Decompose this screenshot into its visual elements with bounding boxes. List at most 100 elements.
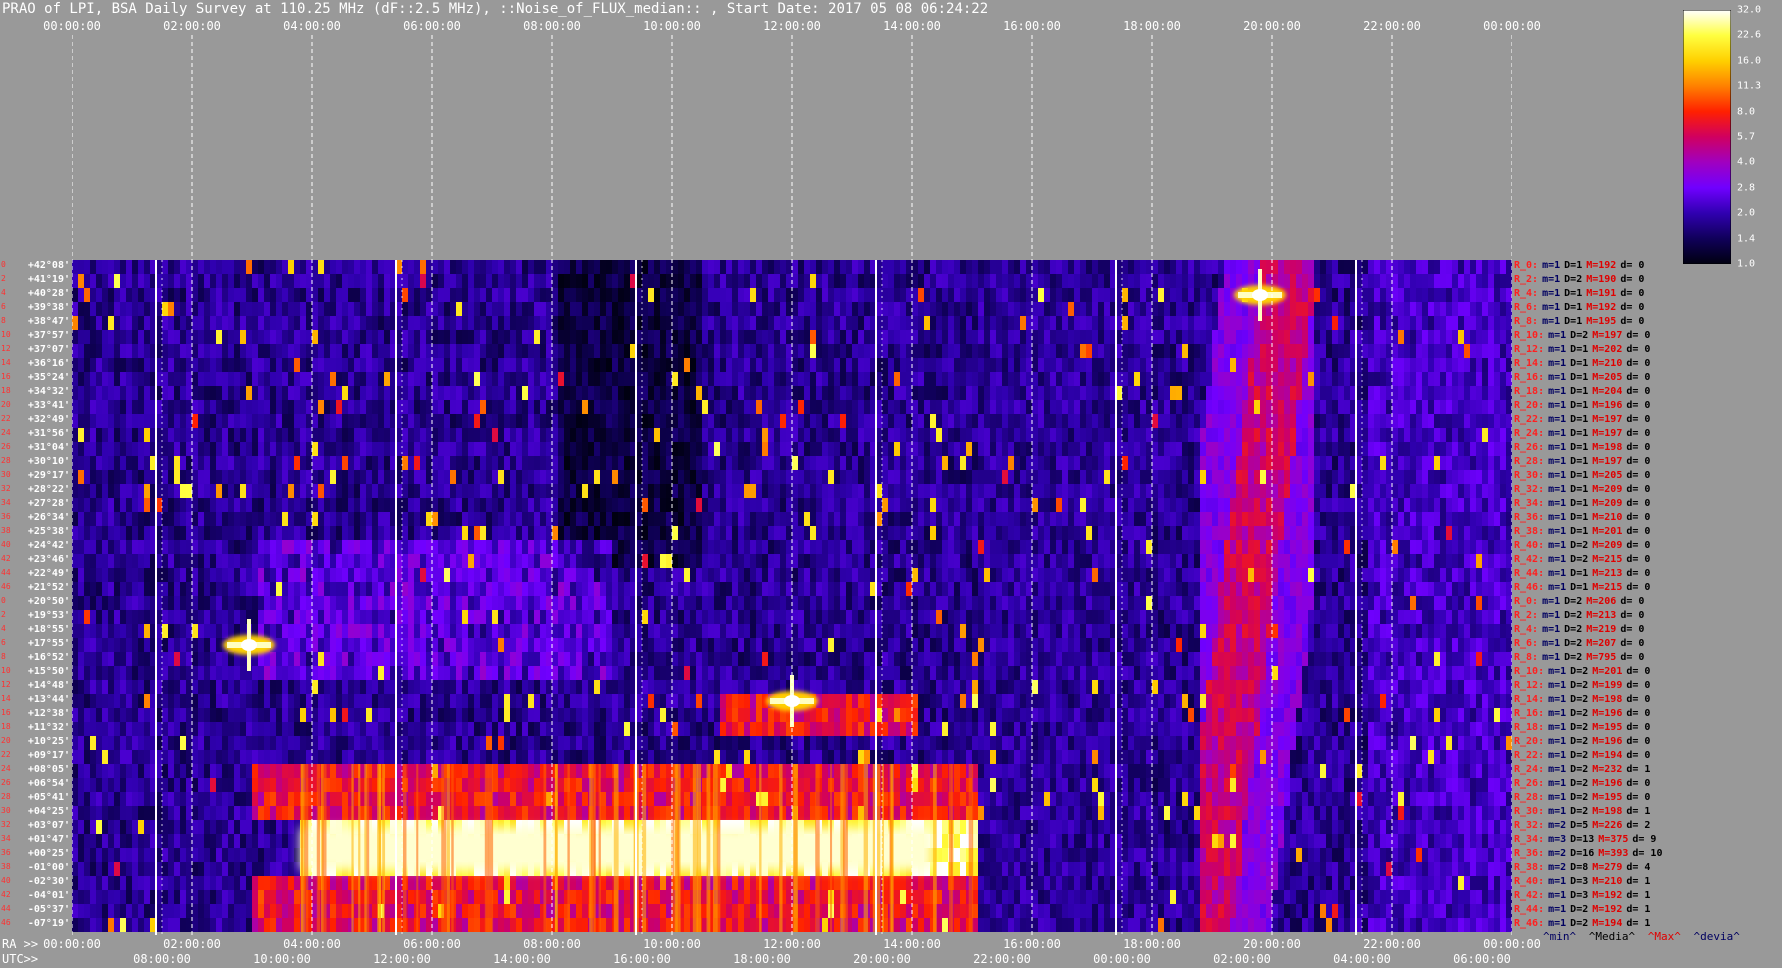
heatmap-cell — [276, 498, 282, 512]
heatmap-cell — [276, 316, 282, 330]
heatmap-cell — [900, 302, 906, 316]
heatmap-cell — [552, 274, 558, 288]
heatmap-cell — [1290, 288, 1296, 302]
heatmap-cell — [1272, 470, 1278, 484]
heatmap-cell — [1020, 344, 1026, 358]
heatmap-cell — [858, 386, 864, 400]
heatmap-cell — [1470, 316, 1476, 330]
heatmap-cell — [264, 456, 270, 470]
heatmap-cell — [276, 288, 282, 302]
heatmap-cell — [1212, 414, 1218, 428]
heatmap-cell — [294, 358, 300, 372]
heatmap-cell — [126, 288, 132, 302]
heatmap-cell — [432, 484, 438, 498]
heatmap-cell — [348, 386, 354, 400]
heatmap-cell — [852, 442, 858, 456]
heatmap-cell — [594, 330, 600, 344]
heatmap-cell — [1326, 274, 1332, 288]
heatmap-cell — [852, 372, 858, 386]
heatmap-cell — [330, 428, 336, 442]
heatmap-cell — [282, 526, 288, 540]
heatmap-cell — [1236, 526, 1242, 540]
heatmap-cell — [426, 442, 432, 456]
heatmap-cell — [168, 302, 174, 316]
heatmap-cell — [552, 358, 558, 372]
heatmap-cell — [744, 330, 750, 344]
heatmap-cell — [1386, 260, 1392, 274]
top-tick-label: 20:00:00 — [1243, 20, 1301, 32]
heatmap-cell — [456, 260, 462, 274]
heatmap-cell — [1134, 414, 1140, 428]
heatmap-cell — [564, 358, 570, 372]
heatmap-cell — [882, 414, 888, 428]
heatmap-cell — [102, 484, 108, 498]
heatmap-cell — [900, 372, 906, 386]
heatmap-cell — [444, 512, 450, 526]
heatmap-cell — [402, 260, 408, 274]
heatmap-cell — [1374, 442, 1380, 456]
heatmap-cell — [258, 512, 264, 526]
heatmap-cell — [858, 470, 864, 484]
heatmap-cell — [240, 442, 246, 456]
heatmap-cell — [330, 512, 336, 526]
heatmap-cell — [204, 526, 210, 540]
heatmap-cell — [96, 428, 102, 442]
heatmap-cell — [552, 484, 558, 498]
heatmap-cell — [1158, 512, 1164, 526]
heatmap-cell — [960, 330, 966, 344]
heatmap-cell — [684, 498, 690, 512]
heatmap-cell — [414, 428, 420, 442]
heatmap-cell — [1092, 344, 1098, 358]
heatmap-cell — [114, 330, 120, 344]
heatmap-cell — [294, 260, 300, 274]
heatmap-cell — [1152, 358, 1158, 372]
heatmap-cell — [468, 344, 474, 358]
heatmap-cell — [216, 316, 222, 330]
heatmap-cell — [1404, 260, 1410, 274]
heatmap-cell — [552, 344, 558, 358]
heatmap-cell — [882, 540, 888, 554]
heatmap-cell — [684, 526, 690, 540]
heatmap-cell — [726, 498, 732, 512]
heatmap-cell — [828, 358, 834, 372]
heatmap-cell — [420, 512, 426, 526]
heatmap-cell — [1302, 372, 1308, 386]
heatmap-cell — [1104, 526, 1110, 540]
heatmap-cell — [510, 484, 516, 498]
heatmap-cell — [1050, 372, 1056, 386]
heatmap-cell — [1464, 526, 1470, 540]
heatmap-cell — [408, 498, 414, 512]
heatmap-cell — [1452, 316, 1458, 330]
heatmap-cell — [1008, 372, 1014, 386]
heatmap-cell — [1506, 330, 1512, 344]
heatmap-cell — [228, 386, 234, 400]
heatmap-cell — [852, 316, 858, 330]
heatmap-cell — [780, 512, 786, 526]
heatmap-cell — [1254, 386, 1260, 400]
heatmap-cell — [936, 428, 942, 442]
heatmap-cell — [132, 442, 138, 456]
heatmap-cell — [426, 358, 432, 372]
heatmap-cell — [1506, 288, 1512, 302]
heatmap-cell — [882, 428, 888, 442]
heatmap-cell — [1446, 498, 1452, 512]
heatmap-cell — [1506, 470, 1512, 484]
heatmap-cell — [918, 414, 924, 428]
heatmap-cell — [1368, 498, 1374, 512]
heatmap-cell — [222, 428, 228, 442]
heatmap-cell — [1002, 512, 1008, 526]
heatmap-cell — [654, 372, 660, 386]
heatmap-cell — [498, 260, 504, 274]
heatmap-cell — [1158, 288, 1164, 302]
heatmap-cell — [1392, 512, 1398, 526]
heatmap-cell — [1398, 428, 1404, 442]
heatmap-cell — [1206, 442, 1212, 456]
heatmap-cell — [402, 302, 408, 316]
heatmap-cell — [222, 330, 228, 344]
heatmap-cell — [714, 512, 720, 526]
heatmap-cell — [1008, 512, 1014, 526]
heatmap-cell — [414, 358, 420, 372]
heatmap-cell — [1494, 414, 1500, 428]
heatmap-cell — [840, 386, 846, 400]
heatmap-cell — [924, 344, 930, 358]
